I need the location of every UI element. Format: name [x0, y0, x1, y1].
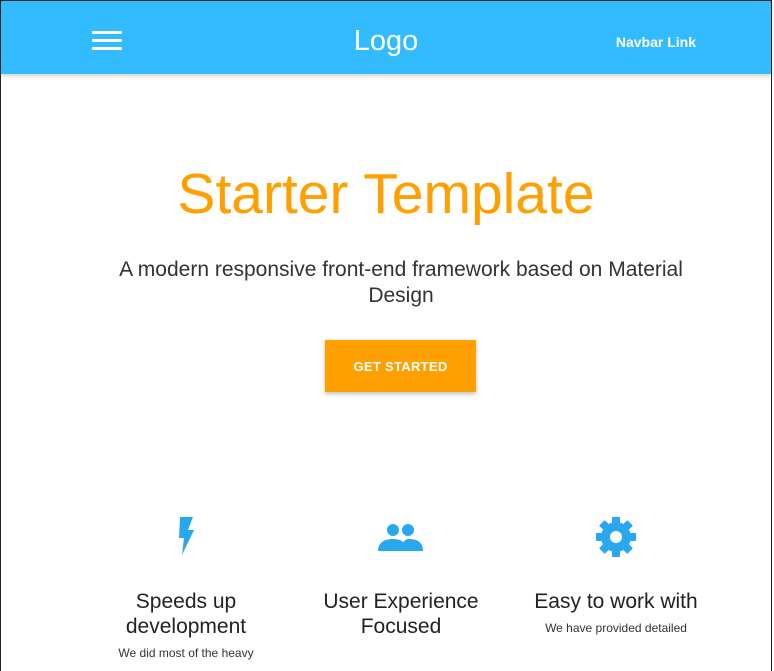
page-frame: Logo Navbar Link Starter Template A mode… [0, 0, 772, 671]
feature-easy: Easy to work with We have provided detai… [516, 513, 716, 636]
get-started-button[interactable]: GET STARTED [325, 340, 476, 392]
feature-title: Easy to work with [534, 590, 698, 613]
group-icon [378, 524, 423, 551]
feature-text: We did most of the heavy [118, 646, 254, 660]
hero-title: Starter Template [177, 162, 595, 226]
feature-title: User Experience Focused [323, 590, 479, 638]
bolt-icon [179, 517, 194, 555]
feature-speed: Speeds up development We did most of the… [86, 513, 286, 661]
hero-subtitle: A modern responsive front-end framework … [119, 258, 683, 307]
navbar-link[interactable]: Navbar Link [616, 33, 696, 51]
feature-title: Speeds up development [125, 590, 247, 638]
feature-ux: User Experience Focused [301, 513, 501, 645]
feature-text: We have provided detailed [545, 621, 687, 635]
gear-icon [596, 517, 636, 557]
navbar: Logo Navbar Link [1, 1, 771, 74]
